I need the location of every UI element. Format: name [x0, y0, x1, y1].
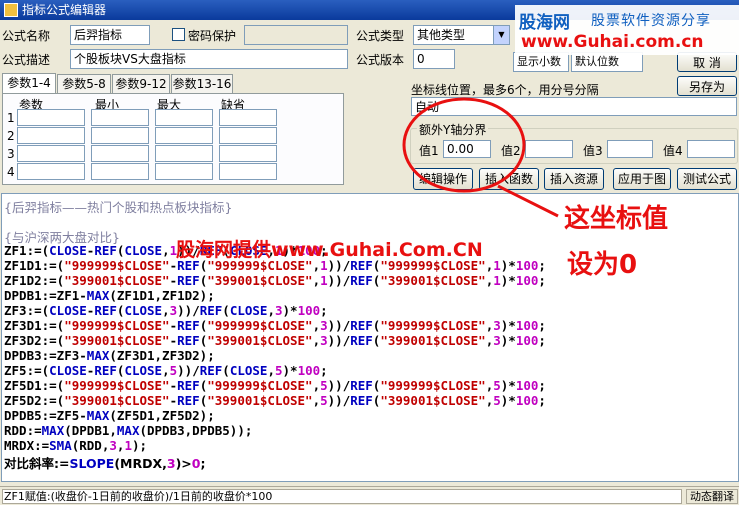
- axis-value4-label: 值4: [663, 144, 683, 158]
- formula-name-input[interactable]: 后羿指标: [70, 25, 150, 45]
- code-line: ZF5:=(CLOSE-REF(CLOSE,5))/REF(CLOSE,5)*1…: [4, 363, 328, 378]
- param-name-input[interactable]: [17, 127, 85, 144]
- code-line: RDD:=MAX(DPDB1,MAX(DPDB3,DPDB5));: [4, 423, 253, 438]
- formula-editor[interactable]: {后羿指标——热门个股和热点板块指标} {与沪深两大盘对比} ZF1:=(CLO…: [1, 193, 739, 482]
- param-min-input[interactable]: [91, 163, 149, 180]
- param-row-index: 1: [7, 111, 15, 125]
- watermark-logo: 股海网 股票软件资源分享 www.Guhai.com.cn: [515, 5, 739, 55]
- code-line: ZF3D2:=("399001$CLOSE"-REF("399001$CLOSE…: [4, 333, 546, 348]
- param-row-index: 3: [7, 147, 15, 161]
- tab-params-13-16[interactable]: 参数13-16: [171, 74, 233, 93]
- param-min-input[interactable]: [91, 145, 149, 162]
- password-checkbox[interactable]: [172, 28, 185, 41]
- tab-params-5-8[interactable]: 参数5-8: [57, 74, 111, 93]
- axis-value2-label: 值2: [501, 144, 521, 158]
- callout-text-2: 设为0: [567, 250, 638, 280]
- code-line: DPDB3:=ZF3-MAX(ZF3D1,ZF3D2);: [4, 348, 215, 363]
- default-digits-select[interactable]: 默认位数: [571, 52, 643, 72]
- code-line: MRDX:=SMA(RDD,3,1);: [4, 438, 148, 453]
- dynamic-translate-toggle[interactable]: 动态翻译: [686, 489, 738, 504]
- param-max-input[interactable]: [155, 163, 213, 180]
- code-line: ZF5D2:=("399001$CLOSE"-REF("399001$CLOSE…: [4, 393, 546, 408]
- watermark-name: 股海网: [519, 13, 570, 33]
- formula-version-input[interactable]: 0: [413, 49, 455, 69]
- axis-value4-input[interactable]: [687, 140, 735, 158]
- formula-version-label: 公式版本: [356, 53, 405, 67]
- extra-axis-label: 额外Y轴分界: [417, 121, 489, 138]
- param-default-input[interactable]: [219, 145, 277, 162]
- code-comment: {后羿指标——热门个股和热点板块指标}: [4, 200, 233, 215]
- formula-type-select[interactable]: 其他类型 ▼: [413, 25, 510, 45]
- chevron-down-icon[interactable]: ▼: [493, 26, 509, 44]
- edit-operation-button[interactable]: 编辑操作: [413, 168, 473, 190]
- param-name-input[interactable]: [17, 163, 85, 180]
- param-max-input[interactable]: [155, 145, 213, 162]
- app-icon: [4, 3, 18, 17]
- formula-name-label: 公式名称: [2, 29, 51, 43]
- save-as-button[interactable]: 另存为: [677, 76, 737, 96]
- axis-value2-input[interactable]: [525, 140, 573, 158]
- formula-type-value: 其他类型: [417, 28, 466, 42]
- axis-value1-label: 值1: [419, 144, 439, 158]
- insert-resource-button[interactable]: 插入资源: [544, 168, 604, 190]
- status-translation-text: ZF1赋值:(收盘价-1日前的收盘价)/1日前的收盘价*100: [2, 489, 682, 504]
- axis-value3-label: 值3: [583, 144, 603, 158]
- param-max-input[interactable]: [155, 127, 213, 144]
- param-min-input[interactable]: [91, 109, 149, 126]
- window-title: 指标公式编辑器: [22, 3, 107, 17]
- param-row-index: 2: [7, 129, 15, 143]
- code-line: DPDB1:=ZF1-MAX(ZF1D1,ZF1D2);: [4, 288, 215, 303]
- password-label: 密码保护: [188, 29, 237, 43]
- watermark-slogan: 股票软件资源分享: [591, 13, 711, 29]
- formula-desc-input[interactable]: 个股板块VS大盘指标: [70, 49, 348, 69]
- axis-value3-input[interactable]: [607, 140, 653, 158]
- watermark-url: www.Guhai.com.cn: [521, 32, 704, 52]
- extra-axis-group: 额外Y轴分界 值1 0.00 值2 值3 值4: [410, 121, 738, 164]
- status-bar: ZF1赋值:(收盘价-1日前的收盘价)/1日前的收盘价*100 动态翻译: [0, 486, 739, 505]
- overlay-watermark-text: 股海网提供www.Guhai.Com.CN: [176, 239, 483, 261]
- code-line: ZF3D1:=("999999$CLOSE"-REF("999999$CLOSE…: [4, 318, 546, 333]
- param-max-input[interactable]: [155, 109, 213, 126]
- code-line: ZF1D2:=("399001$CLOSE"-REF("399001$CLOSE…: [4, 273, 546, 288]
- cancel-button[interactable]: 取 消: [677, 52, 737, 72]
- callout-text-1: 这坐标值: [564, 204, 669, 234]
- test-formula-button[interactable]: 测试公式: [677, 168, 737, 190]
- param-default-input[interactable]: [219, 163, 277, 180]
- tab-params-1-4[interactable]: 参数1-4: [2, 73, 56, 94]
- formula-type-label: 公式类型: [356, 29, 405, 43]
- code-line: 对比斜率:=SLOPE(MRDX,3)>0;: [4, 456, 206, 471]
- coord-line-input[interactable]: 自动: [411, 97, 737, 116]
- param-min-input[interactable]: [91, 127, 149, 144]
- code-line: ZF5D1:=("999999$CLOSE"-REF("999999$CLOSE…: [4, 378, 546, 393]
- coord-line-label: 坐标线位置，最多6个，用分号分隔: [411, 83, 599, 97]
- password-input[interactable]: [244, 25, 348, 45]
- param-table: 参数 最小 最大 缺省 1 2 3 4: [2, 93, 344, 185]
- axis-value1-input[interactable]: 0.00: [443, 140, 491, 158]
- display-decimal-select[interactable]: 显示小数: [513, 52, 569, 72]
- apply-to-chart-button[interactable]: 应用于图: [613, 168, 671, 190]
- tab-params-9-12[interactable]: 参数9-12: [112, 74, 170, 93]
- insert-function-button[interactable]: 插入函数: [479, 168, 539, 190]
- code-line: ZF3:=(CLOSE-REF(CLOSE,3))/REF(CLOSE,3)*1…: [4, 303, 328, 318]
- param-name-input[interactable]: [17, 145, 85, 162]
- formula-desc-label: 公式描述: [2, 53, 51, 67]
- param-name-input[interactable]: [17, 109, 85, 126]
- param-row-index: 4: [7, 165, 15, 179]
- code-line: DPDB5:=ZF5-MAX(ZF5D1,ZF5D2);: [4, 408, 215, 423]
- param-default-input[interactable]: [219, 109, 277, 126]
- param-default-input[interactable]: [219, 127, 277, 144]
